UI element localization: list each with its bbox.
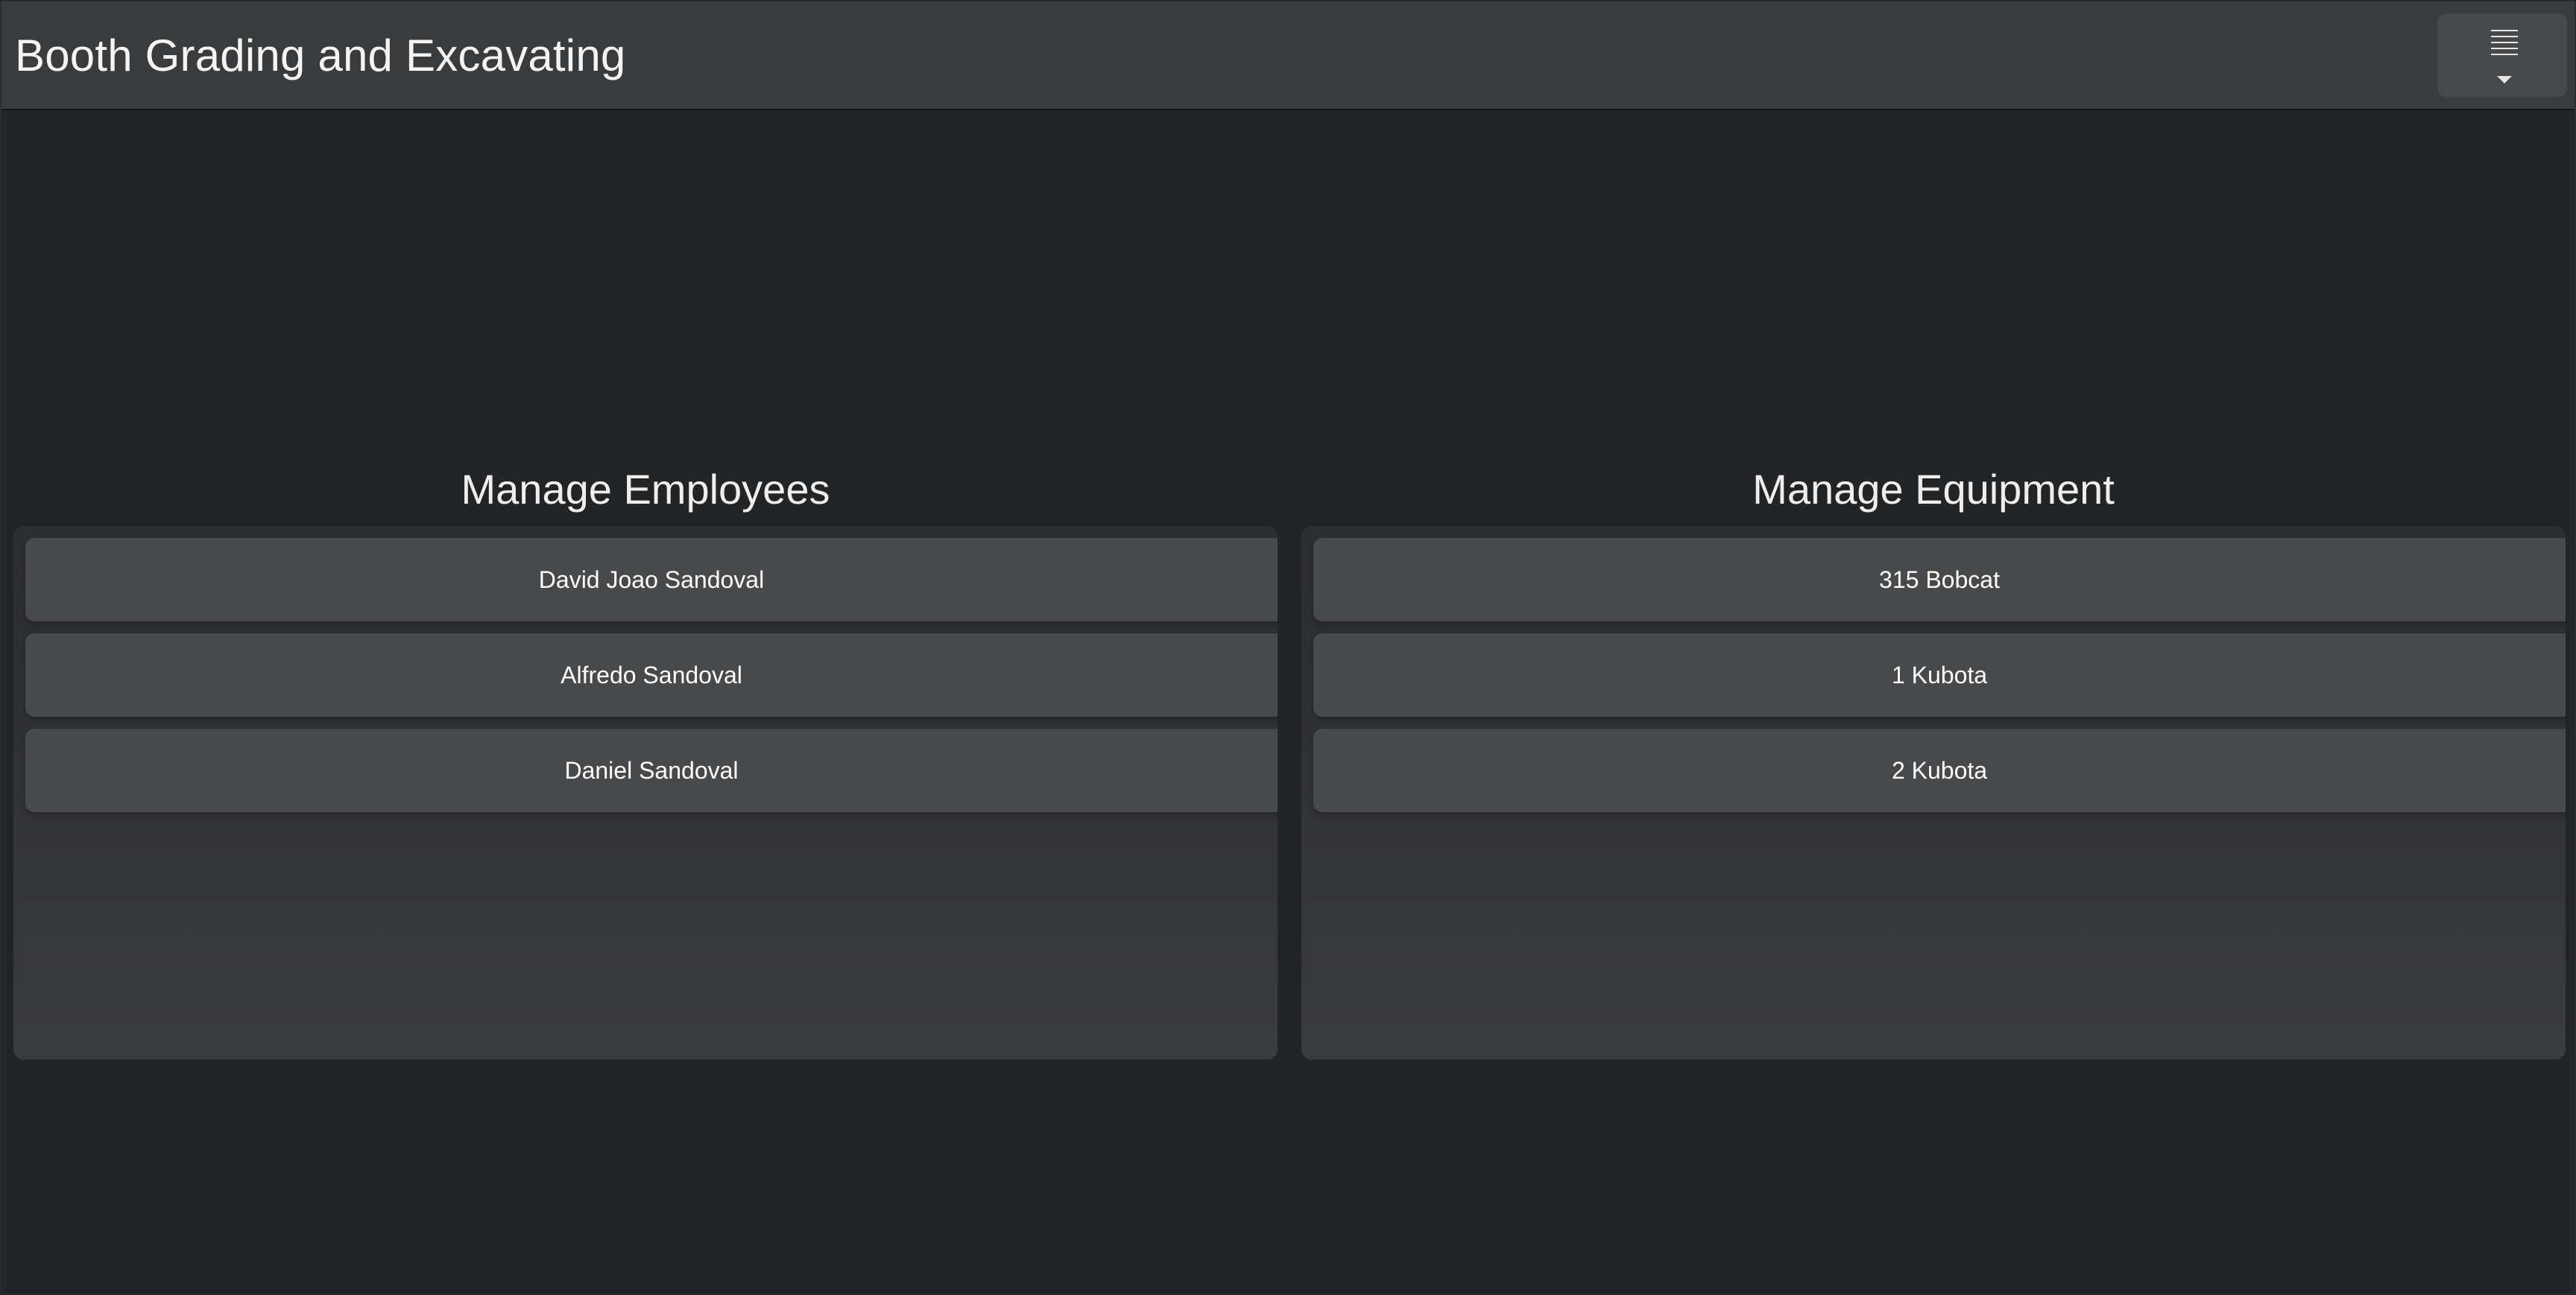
equipment-name: 1 Kubota [1891, 661, 1988, 688]
equipment-name: 2 Kubota [1891, 756, 1988, 784]
employee-item-alfredo-sandoval[interactable]: Alfredo Sandoval [25, 633, 1278, 717]
employees-section-title: Manage Employees [461, 466, 830, 513]
employee-item-daniel-sandoval[interactable]: Daniel Sandoval [25, 729, 1278, 812]
top-navbar: Booth Grading and Excavating [1, 1, 2575, 110]
employee-name: Alfredo Sandoval [561, 661, 742, 688]
equipment-item-315-bobcat[interactable]: 315 Bobcat [1313, 538, 2566, 621]
app-window: Booth Grading and Excavating Manage Empl… [0, 0, 2576, 1295]
equipment-section-title: Manage Equipment [1752, 466, 2115, 513]
employee-name: Daniel Sandoval [564, 756, 739, 784]
equipment-item-1-kubota[interactable]: 1 Kubota [1313, 633, 2566, 717]
hamburger-icon [2491, 30, 2518, 60]
equipment-name: 315 Bobcat [1879, 566, 2000, 593]
app-title: Booth Grading and Excavating [15, 31, 626, 80]
employee-item-david-joao-sandoval[interactable]: David Joao Sandoval [25, 538, 1278, 621]
equipment-item-2-kubota[interactable]: 2 Kubota [1313, 729, 2566, 812]
caret-down-icon [2497, 76, 2512, 83]
employees-panel: David Joao Sandoval Alfredo Sandoval Dan… [13, 526, 1278, 1060]
employee-name: David Joao Sandoval [538, 566, 765, 593]
equipment-panel: 315 Bobcat 1 Kubota 2 Kubota [1301, 526, 2566, 1060]
menu-dropdown-button[interactable] [2437, 13, 2567, 97]
